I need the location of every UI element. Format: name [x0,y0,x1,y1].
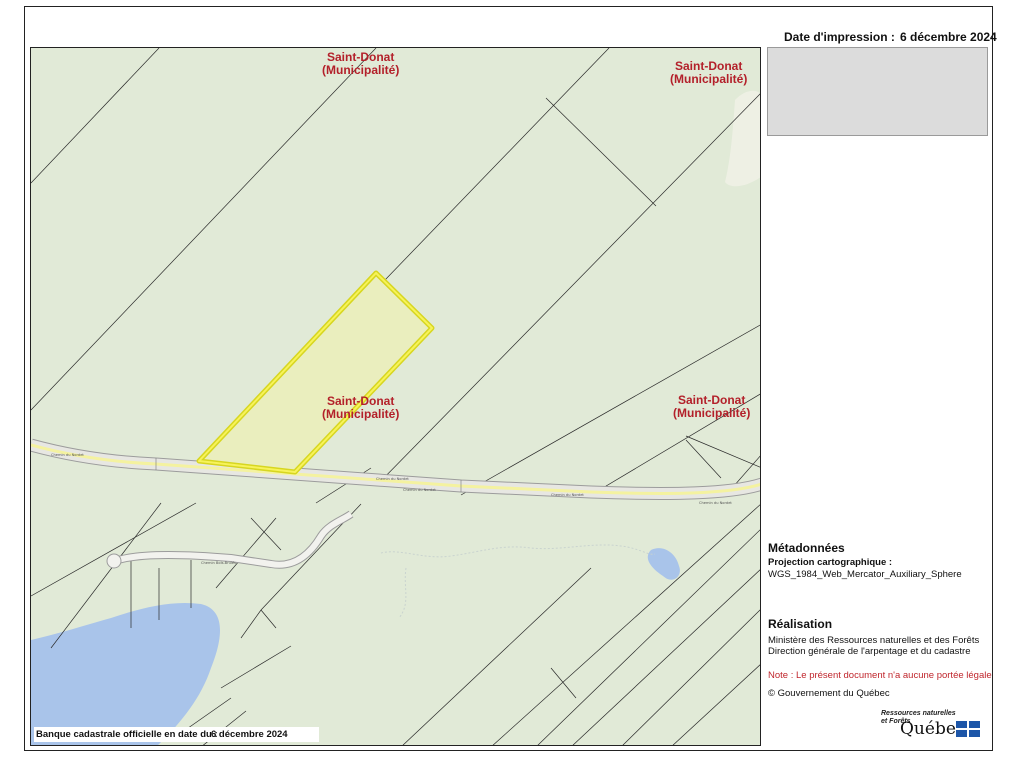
legal-note: Note : Le présent document n'a aucune po… [768,670,992,681]
clearing-area [725,90,760,187]
road-label-1: Chemin du Nordet [51,453,84,457]
realisation-title: Réalisation [768,617,833,631]
lake [31,602,220,745]
municipality-type: (Municipalité) [322,407,400,421]
copyright: © Gouvernement du Québec [768,688,890,699]
realisation-line1: Ministère des Ressources naturelles et d… [768,635,980,646]
municipality-label: Saint-Donat (Municipalité) [322,51,399,77]
municipality-type: (Municipalité) [670,72,748,86]
print-date-label: Date d'impression : [784,30,895,44]
bank-date: 6 décembre 2024 [211,729,288,740]
inset-map-placeholder [767,47,988,136]
road-label-4: Chemin du Nordet [551,493,584,497]
selected-lot[interactable] [196,270,435,475]
municipality-label: Saint-Donat (Municipalité) [322,395,399,421]
municipality-type: (Municipalité) [322,63,400,77]
projection-value: WGS_1984_Web_Mercator_Auxiliary_Sphere [768,569,962,580]
quebec-flag-icon [956,721,980,737]
stream [380,544,656,619]
road-label-5: Chemin du Nordet [699,501,732,505]
municipality-label: Saint-Donat (Municipalité) [673,394,750,420]
municipality-type: (Municipalité) [673,406,751,420]
print-date-value: 6 décembre 2024 [900,30,997,44]
bank-label: Banque cadastrale officielle en date du … [36,729,218,740]
road-label-bois-brules: Chemin Bois-Brulés [201,561,236,565]
road-label-3: Chemin du Nordet [403,488,436,492]
metadata-title: Métadonnées [768,541,845,555]
realisation-line2: Direction générale de l'arpentage et du … [768,646,971,657]
municipality-label: Saint-Donat (Municipalité) [670,60,747,86]
logo-line1: Ressources naturelles [881,710,956,717]
projection-label: Projection cartographique : [768,557,893,568]
cadastral-bank-date: Banque cadastrale officielle en date du … [34,727,319,742]
pond [647,548,680,580]
road-label-2: Chemin du Nordet [376,477,409,481]
